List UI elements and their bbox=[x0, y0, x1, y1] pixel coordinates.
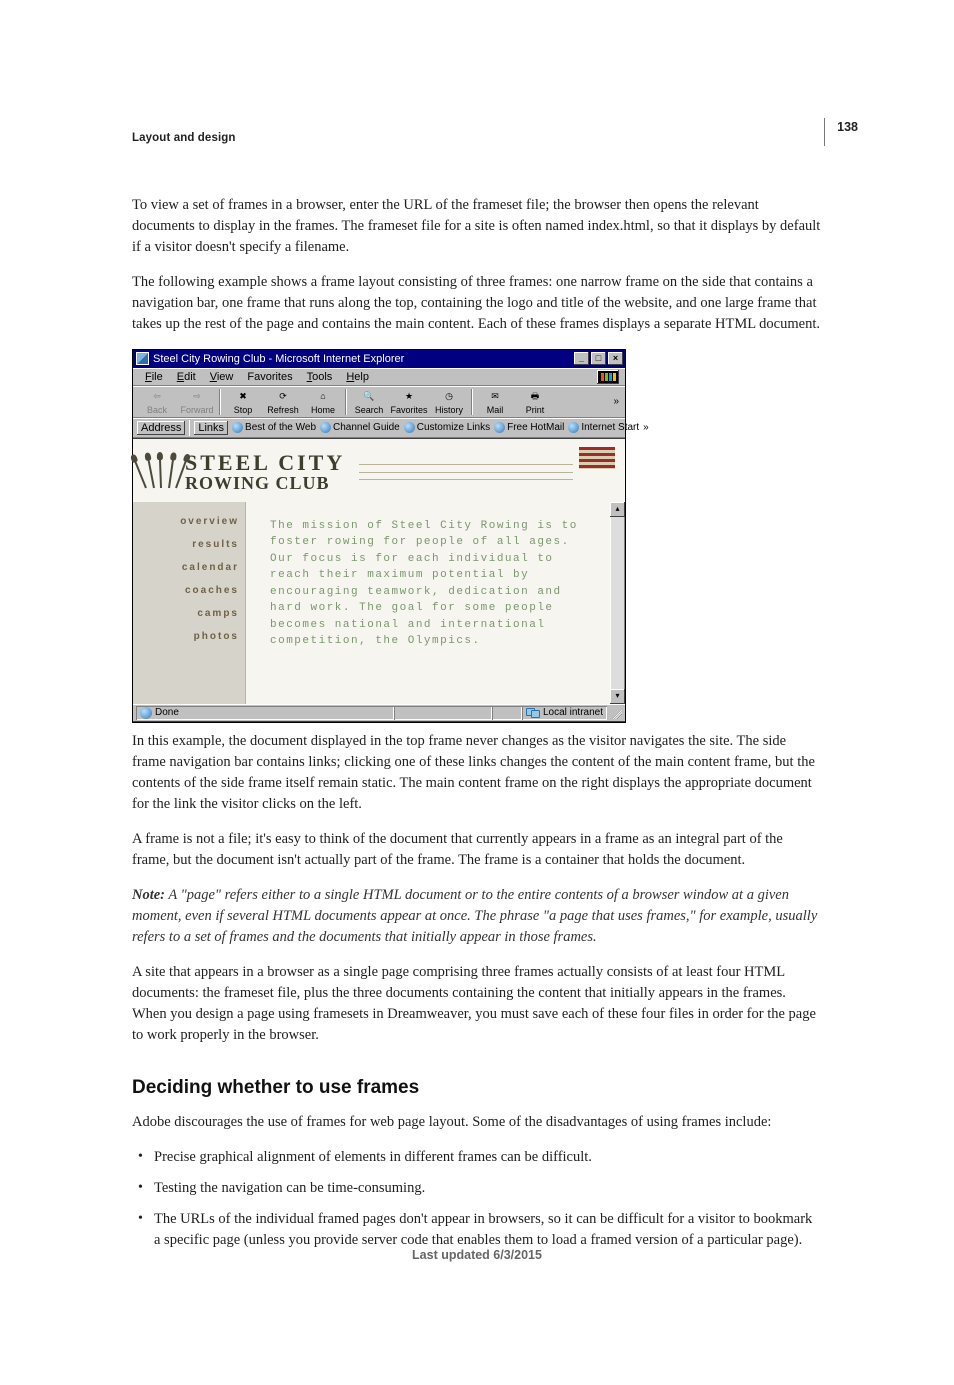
link-customize-links[interactable]: Customize Links bbox=[404, 422, 490, 433]
menu-bar: File Edit View Favorites Tools Help bbox=[133, 368, 625, 386]
link-best-of-web[interactable]: Best of the Web bbox=[232, 422, 316, 433]
history-button[interactable]: ◷History bbox=[429, 386, 469, 417]
nav-coaches[interactable]: coaches bbox=[139, 585, 239, 596]
minimize-button[interactable]: _ bbox=[574, 352, 589, 365]
back-button[interactable]: ⇦Back bbox=[137, 386, 177, 417]
toolbar-chevron-icon[interactable]: » bbox=[613, 396, 621, 407]
search-button[interactable]: 🔍Search bbox=[349, 386, 389, 417]
favorites-button[interactable]: ★Favorites bbox=[389, 386, 429, 417]
page-footer: Last updated 6/3/2015 bbox=[0, 1246, 954, 1264]
status-filler bbox=[492, 706, 522, 720]
note-body: A "page" refers either to a single HTML … bbox=[132, 887, 817, 945]
links-label: Links bbox=[194, 421, 228, 435]
ie-icon bbox=[136, 352, 149, 365]
address-label[interactable]: Address bbox=[137, 421, 185, 435]
menu-tools[interactable]: Tools bbox=[301, 370, 339, 384]
intranet-icon bbox=[526, 708, 540, 718]
home-button[interactable]: ⌂Home bbox=[303, 386, 343, 417]
paragraph: A frame is not a file; it's easy to thin… bbox=[132, 829, 822, 871]
forward-button[interactable]: ⇨Forward bbox=[177, 386, 217, 417]
list-item: Precise graphical alignment of elements … bbox=[132, 1147, 822, 1168]
menu-edit[interactable]: Edit bbox=[171, 370, 202, 384]
nav-photos[interactable]: photos bbox=[139, 631, 239, 642]
page-number: 138 bbox=[837, 118, 858, 136]
scrollbar[interactable]: ▴ ▾ bbox=[610, 502, 625, 704]
ie-link-icon bbox=[568, 422, 579, 433]
status-done: Done bbox=[136, 706, 394, 720]
main-content-frame: The mission of Steel City Rowing is to f… bbox=[245, 502, 610, 704]
decorative-lines bbox=[359, 458, 573, 486]
link-free-hotmail[interactable]: Free HotMail bbox=[494, 422, 564, 433]
link-channel-guide[interactable]: Channel Guide bbox=[320, 422, 400, 433]
ie-link-icon bbox=[320, 422, 331, 433]
browser-window: Steel City Rowing Club - Microsoft Inter… bbox=[132, 349, 626, 723]
paragraph: To view a set of frames in a browser, en… bbox=[132, 195, 822, 258]
ie-link-icon bbox=[232, 422, 243, 433]
top-frame: STEEL CITY ROWING CLUB bbox=[133, 439, 625, 502]
running-head: Layout and design bbox=[132, 130, 822, 147]
close-button[interactable]: × bbox=[608, 352, 623, 365]
title-bar: Steel City Rowing Club - Microsoft Inter… bbox=[133, 350, 625, 368]
note-paragraph: Note: A "page" refers either to a single… bbox=[132, 885, 822, 948]
scroll-down-icon[interactable]: ▾ bbox=[610, 689, 625, 704]
ie-small-icon bbox=[140, 707, 152, 719]
toolbar: ⇦Back ⇨Forward ✖Stop ⟳Refresh ⌂Home 🔍Sea… bbox=[133, 386, 625, 418]
paragraph: Adobe discourages the use of frames for … bbox=[132, 1112, 822, 1133]
nav-overview[interactable]: overview bbox=[139, 516, 239, 527]
oars-logo-icon bbox=[145, 456, 177, 488]
stop-button[interactable]: ✖Stop bbox=[223, 386, 263, 417]
nav-calendar[interactable]: calendar bbox=[139, 562, 239, 573]
flag-icon bbox=[579, 447, 615, 469]
print-button[interactable]: 🖶Print bbox=[515, 386, 555, 417]
ie-link-icon bbox=[404, 422, 415, 433]
menu-view[interactable]: View bbox=[204, 370, 240, 384]
maximize-button[interactable]: □ bbox=[591, 352, 606, 365]
main-frame-text: The mission of Steel City Rowing is to f… bbox=[270, 518, 590, 650]
bullet-list: Precise graphical alignment of elements … bbox=[132, 1147, 822, 1251]
status-progress bbox=[394, 706, 492, 720]
list-item: Testing the navigation can be time-consu… bbox=[132, 1178, 822, 1199]
nav-camps[interactable]: camps bbox=[139, 608, 239, 619]
site-title: STEEL CITY ROWING CLUB bbox=[185, 452, 345, 492]
note-label: Note: bbox=[132, 887, 165, 903]
side-frame-nav: overview results calendar coaches camps … bbox=[133, 502, 245, 704]
paragraph: The following example shows a frame layo… bbox=[132, 272, 822, 335]
window-title: Steel City Rowing Club - Microsoft Inter… bbox=[153, 353, 574, 365]
menu-favorites[interactable]: Favorites bbox=[241, 370, 298, 384]
status-zone: Local intranet bbox=[522, 706, 607, 720]
paragraph: A site that appears in a browser as a si… bbox=[132, 962, 822, 1046]
ie-link-icon bbox=[494, 422, 505, 433]
paragraph: In this example, the document displayed … bbox=[132, 731, 822, 815]
link-internet-start[interactable]: Internet Start bbox=[568, 422, 639, 433]
list-item: The URLs of the individual framed pages … bbox=[132, 1209, 822, 1251]
refresh-button[interactable]: ⟳Refresh bbox=[263, 386, 303, 417]
scroll-up-icon[interactable]: ▴ bbox=[610, 502, 625, 517]
resize-grip-icon[interactable] bbox=[609, 706, 622, 719]
mail-button[interactable]: ✉Mail bbox=[475, 386, 515, 417]
ie-throbber-icon bbox=[597, 370, 619, 384]
page-number-box: 138 bbox=[824, 118, 858, 146]
links-chevron-icon[interactable]: » bbox=[643, 422, 651, 433]
nav-results[interactable]: results bbox=[139, 539, 239, 550]
menu-help[interactable]: Help bbox=[340, 370, 375, 384]
links-bar: Address Links Best of the Web Channel Gu… bbox=[133, 418, 625, 438]
browser-viewport: STEEL CITY ROWING CLUB overview results … bbox=[133, 438, 625, 704]
menu-file[interactable]: File bbox=[139, 370, 169, 384]
section-heading: Deciding whether to use frames bbox=[132, 1074, 822, 1102]
status-bar: Done Local intranet bbox=[133, 704, 625, 722]
